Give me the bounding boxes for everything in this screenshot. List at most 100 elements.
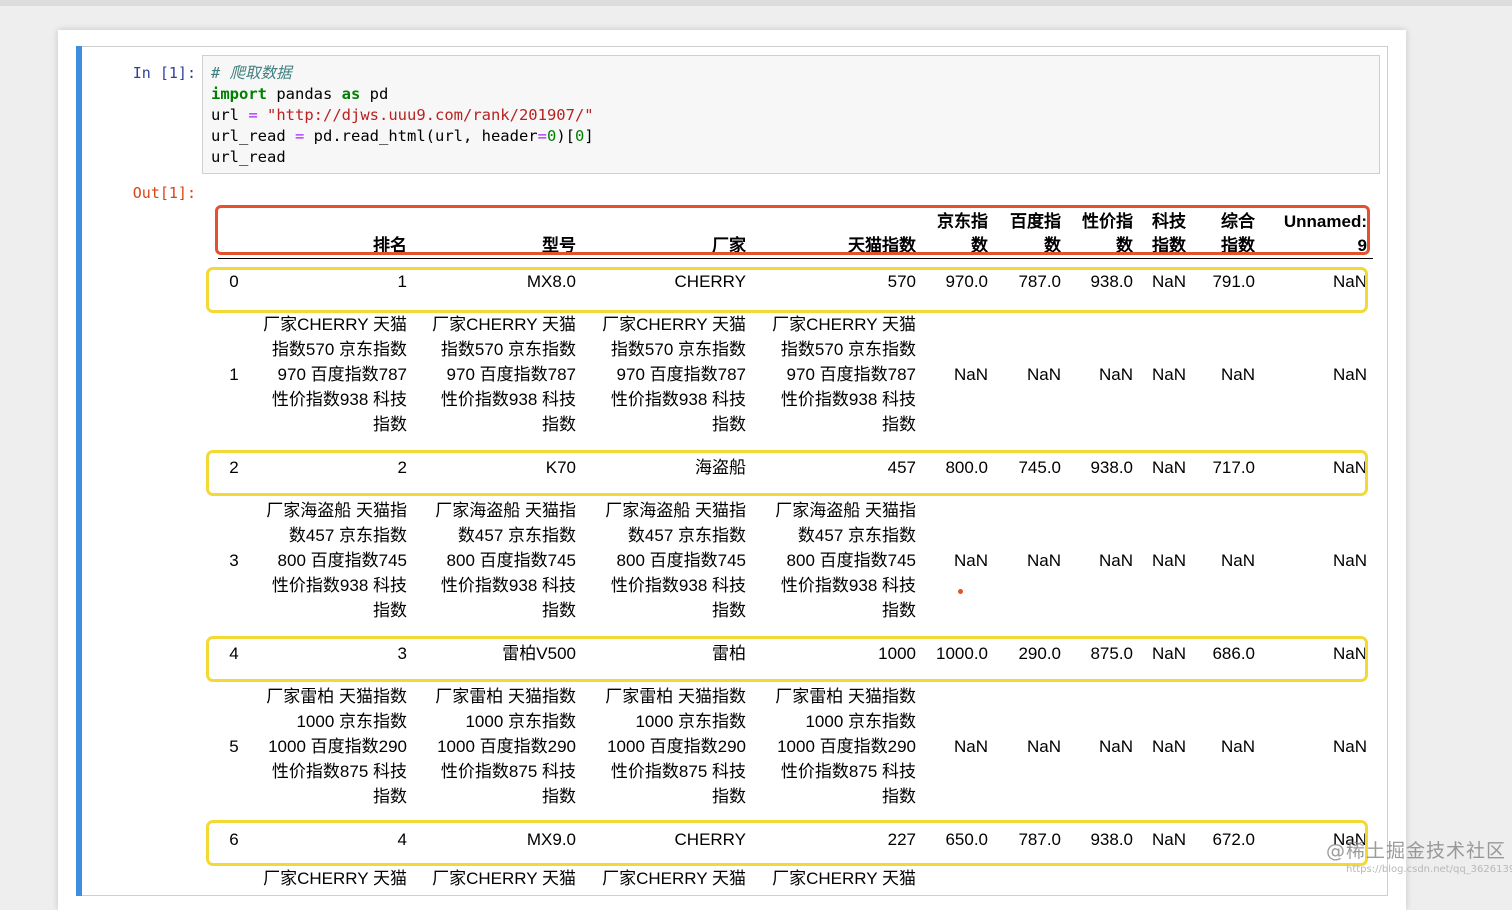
input-prompt: In [1]: (132, 64, 196, 82)
table-cell: NaN (1026, 550, 1061, 570)
wrapped-line: 厂家雷柏 天猫指数 (775, 686, 916, 706)
wrapped-line: 厂家雷柏 天猫指数 (266, 686, 407, 706)
code-line-3: url = "http://djws.uuu9.com/rank/201907/… (211, 105, 1379, 126)
table-cell: NaN (1098, 550, 1133, 570)
wrapped-line: 指数 (882, 600, 916, 620)
row-index: 1 (229, 364, 239, 384)
table-cell: K70 (545, 457, 576, 477)
table-cell: 800.0 (945, 457, 988, 477)
wrapped-line: 性价指数938 科技 (271, 575, 407, 595)
watermark-url: https://blog.csdn.net/qq_36261398 (1346, 864, 1512, 875)
wrapped-line: 1000 京东指数 (805, 711, 916, 731)
wrapped-line: 指数 (882, 786, 916, 806)
column-header-line: Unnamed: (1283, 211, 1367, 231)
browser-top-strip (0, 0, 1512, 6)
column-header-line: 数 (1116, 235, 1133, 255)
wrapped-cell-text: 厂家雷柏 天猫指数 1000 京东指数 1000 百度指数290 性价指数875 科技… (266, 684, 407, 809)
table-cell: 厂家海盗船 天猫指 数457 京东指数 800 百度指数745 性价指数938 科技指… (752, 490, 922, 630)
table-cell: 厂家CHERRY 天猫 指数570 京东指数 970 百度指数787 性价指数938 … (250, 304, 413, 444)
column-header-line: 科技 (1152, 211, 1186, 231)
wrapped-cell-text: 厂家海盗船 天猫指 数457 京东指数 800 百度指数745 性价指数938 科技指… (605, 498, 746, 623)
table-cell (1192, 862, 1261, 898)
number-literal: 0 (575, 127, 585, 145)
wrapped-line: 1000 百度指数290 (607, 736, 746, 756)
table-cell: 厂家CHERRY 天猫 (772, 869, 916, 888)
table-cell: 570 (887, 271, 916, 291)
column-header-line: 京东指 (937, 211, 988, 231)
column-header-line: 9 (1357, 235, 1367, 255)
table-cell: MX9.0 (526, 829, 576, 849)
wrapped-line: 性价指数938 科技 (271, 389, 407, 409)
wrapped-line: 1000 京东指数 (296, 711, 407, 731)
column-header: 百度指数 (994, 206, 1067, 258)
row-index: 5 (229, 736, 239, 756)
table-cell: NaN (1220, 364, 1255, 384)
wrapped-line: 数457 京东指数 (457, 525, 576, 545)
column-header-line: 性价指 (1082, 211, 1133, 231)
table-cell: 厂家CHERRY 天猫 指数570 京东指数 970 百度指数787 性价指数938 … (582, 304, 752, 444)
column-header-line: 厂家 (712, 235, 746, 255)
column-header-line: 数 (1044, 235, 1061, 255)
column-header: 性价指数 (1067, 206, 1139, 258)
wrapped-line: 厂家雷柏 天猫指数 (435, 686, 576, 706)
table-row: 2 2 K70 海盗船 457 800.0 745.0 938.0 NaN 717.0 NaN (218, 444, 1373, 490)
module-alias: pd (360, 85, 389, 103)
column-header-line: 指数 (1152, 235, 1186, 255)
wrapped-line: 800 百度指数745 (446, 550, 576, 570)
table-cell: 厂家海盗船 天猫指 数457 京东指数 800 百度指数745 性价指数938 科技指… (413, 490, 582, 630)
table-row: 厂家CHERRY 天猫 厂家CHERRY 天猫 厂家CHERRY 天猫 厂家CHERR… (218, 862, 1373, 898)
table-cell: 970.0 (945, 271, 988, 291)
wrapped-line: 800 百度指数745 (786, 550, 916, 570)
table-cell: 938.0 (1090, 271, 1133, 291)
column-header-line: 型号 (542, 235, 576, 255)
column-header-line (224, 210, 244, 234)
table-cell: NaN (1151, 364, 1186, 384)
wrapped-line: 970 百度指数787 (786, 364, 916, 384)
wrapped-line: 性价指数875 科技 (780, 761, 916, 781)
table-cell: NaN (1332, 736, 1367, 756)
wrapped-line: 1000 百度指数290 (777, 736, 916, 756)
table-cell: 745.0 (1018, 457, 1061, 477)
column-header-line (588, 210, 746, 234)
table-cell: 672.0 (1212, 829, 1255, 849)
table-cell: 厂家雷柏 天猫指数 1000 京东指数 1000 百度指数290 性价指数875 科技… (250, 676, 413, 816)
read-html-call: pd.read_html(url, header (304, 127, 538, 145)
column-header-line (419, 210, 576, 234)
table-cell: 686.0 (1212, 643, 1255, 663)
column-header-line (256, 210, 407, 234)
table-cell: 791.0 (1212, 271, 1255, 291)
wrapped-line: 指数 (373, 414, 407, 434)
table-cell (1067, 862, 1139, 898)
table-cell: NaN (1332, 271, 1367, 291)
table-cell: 875.0 (1090, 643, 1133, 663)
wrapped-line: 800 百度指数745 (277, 550, 407, 570)
wrapped-line: 性价指数875 科技 (271, 761, 407, 781)
column-header: 综合 指数 (1192, 206, 1261, 258)
code-editor[interactable]: # 爬取数据 import pandas as pd url = "http:/… (202, 55, 1380, 174)
wrapped-cell-text: 厂家CHERRY 天猫 指数570 京东指数 970 百度指数787 性价指数938 … (263, 312, 407, 437)
table-cell: 厂家CHERRY 天猫 (263, 869, 407, 888)
table-cell: CHERRY (674, 829, 746, 849)
number-literal: 0 (546, 127, 557, 145)
table-cell: 717.0 (1212, 457, 1255, 477)
row-index: 0 (229, 271, 239, 291)
table-cell: 290.0 (1018, 643, 1061, 663)
wrapped-line: 性价指数875 科技 (440, 761, 576, 781)
wrapped-line: 指数 (373, 600, 407, 620)
table-cell: NaN (1220, 736, 1255, 756)
table-cell: 1000.0 (936, 643, 988, 663)
wrapped-line: 指数 (712, 786, 746, 806)
output-expression: url_read (211, 148, 286, 166)
wrapped-line: 性价指数938 科技 (610, 575, 746, 595)
var-url: url (211, 106, 249, 124)
keyword-as: as (341, 85, 361, 103)
dataframe-table: 排名 型号 厂家 天猫指数 京东指数百度指数性价指数科技 指数 综合 指数 Unnamed: 9 … (218, 206, 1373, 898)
wrapped-line: 数457 京东指数 (627, 525, 746, 545)
table-cell: NaN (1151, 271, 1186, 291)
table-cell: NaN (953, 364, 988, 384)
table-cell: 938.0 (1090, 829, 1133, 849)
table-header-row: 排名 型号 厂家 天猫指数 京东指数百度指数性价指数科技 指数 综合 指数 Unnamed: 9 (218, 206, 1373, 258)
wrapped-line: 970 百度指数787 (616, 364, 746, 384)
table-cell: 厂家CHERRY 天猫 (602, 869, 746, 888)
url-string: "http://djws.uuu9.com/rank/201907/" (267, 106, 594, 124)
